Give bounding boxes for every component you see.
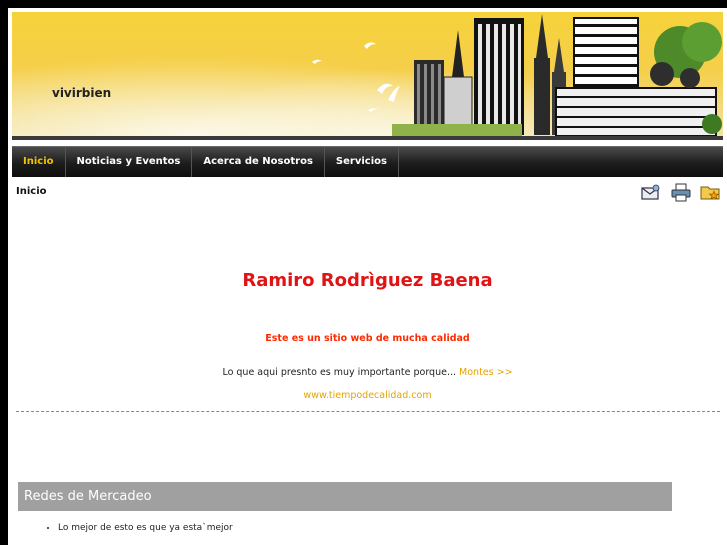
- site-name: vivirbien: [52, 86, 112, 100]
- main-nav: Inicio Noticias y Eventos Acerca de Noso…: [12, 146, 723, 177]
- breadcrumb: Inicio: [16, 186, 47, 197]
- city-skyline-illustration: [12, 14, 723, 140]
- nav-item-acerca-de-nosotros[interactable]: Acerca de Nosotros: [192, 147, 325, 177]
- favorite-icon[interactable]: [699, 182, 721, 202]
- article-tools: [637, 182, 721, 207]
- nav-item-noticias-y-eventos[interactable]: Noticias y Eventos: [66, 147, 193, 177]
- content-divider: [16, 411, 720, 412]
- module-list: Lo mejor de esto es que ya esta`mejor: [18, 523, 672, 533]
- list-item: Lo mejor de esto es que ya esta`mejor: [58, 523, 672, 533]
- header-banner: vivirbien: [12, 12, 723, 140]
- article-title: Ramiro Rodrìguez Baena: [242, 270, 493, 291]
- nav-item-inicio[interactable]: Inicio: [12, 147, 66, 177]
- nav-item-servicios[interactable]: Servicios: [325, 147, 399, 177]
- website-link[interactable]: www.tiempodecalidad.com: [8, 390, 727, 401]
- module-title: Redes de Mercadeo: [18, 482, 672, 511]
- page: vivirbien Inicio Noticias y Eventos Acer…: [8, 8, 727, 545]
- intro-text: Lo que aqui presnto es muy importante po…: [222, 367, 457, 378]
- read-more-link[interactable]: Montes >>: [459, 367, 513, 378]
- article-intro: Lo que aqui presnto es muy importante po…: [8, 367, 727, 378]
- module-redes-de-mercadeo: Redes de Mercadeo Lo mejor de esto es qu…: [18, 482, 672, 533]
- print-icon[interactable]: [670, 182, 692, 202]
- email-icon[interactable]: [640, 182, 662, 202]
- article-subtitle: Este es un sitio web de mucha calidad: [265, 333, 470, 344]
